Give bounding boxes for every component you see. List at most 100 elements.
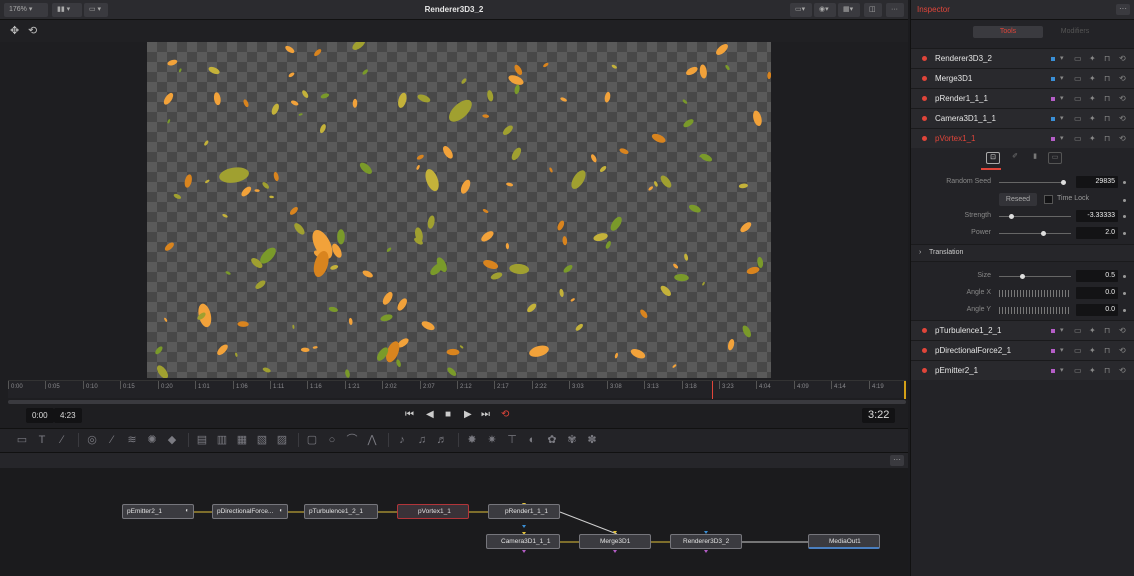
channel-tool-icon[interactable]: ▦ (236, 434, 248, 446)
random-seed-knob[interactable] (1061, 180, 1066, 185)
keyframe-dot-icon[interactable] (1123, 292, 1126, 295)
keyframe-dot-icon[interactable] (1123, 181, 1126, 184)
light-tool-icon[interactable]: ✿ (546, 434, 558, 446)
style-tab-icon[interactable]: ▮ (1028, 152, 1042, 164)
particle-a-tool-icon[interactable]: ♪ (396, 434, 408, 446)
size-field[interactable]: 0.5 (1076, 270, 1118, 282)
node-prender[interactable]: pRender1_1_1 (488, 504, 560, 519)
tool-color-swatch[interactable] (1051, 97, 1055, 101)
node-editor[interactable]: pEmitter2_1 ◐ pDirectionalForce... ◐ pTurb… (0, 468, 908, 576)
color-dropdown[interactable]: ◉▾ (814, 3, 836, 17)
loop-button[interactable]: ⟲ (501, 409, 509, 420)
color-corrector-tool-icon[interactable]: ⁄ (106, 434, 118, 446)
settings-tab-icon[interactable]: ▭ (1048, 152, 1062, 164)
angle-y-thumbwheel[interactable] (999, 307, 1071, 314)
text-tool-icon[interactable]: T (36, 434, 48, 446)
split-view-button[interactable]: ◫ (864, 3, 882, 17)
particle-c-tool-icon[interactable]: ♬ (436, 434, 448, 446)
angle-x-field[interactable]: 0.0 (1076, 287, 1118, 299)
size-knob[interactable] (1020, 274, 1025, 279)
chevron-down-icon[interactable]: ▾ (1060, 129, 1064, 149)
pin-icon[interactable]: ✦ (1089, 321, 1096, 341)
tool-color-swatch[interactable] (1051, 57, 1055, 61)
playhead[interactable] (712, 381, 713, 399)
angle-x-thumbwheel[interactable] (999, 290, 1071, 297)
ellipse-tool-icon[interactable]: ○ (326, 434, 338, 446)
tool-enable-icon[interactable] (922, 328, 927, 333)
keyframe-dot-icon[interactable] (1123, 215, 1126, 218)
region-tab-icon[interactable]: ✐ (1008, 152, 1022, 164)
random-seed-field[interactable]: 29835 (1076, 176, 1118, 188)
node-port[interactable] (522, 525, 526, 528)
blur-tool-icon[interactable]: ◎ (86, 434, 98, 446)
viewer-canvas[interactable] (147, 42, 771, 378)
random-seed-slider[interactable] (999, 182, 1063, 183)
reset-icon[interactable]: ⟲ (1119, 129, 1126, 149)
tool-row[interactable]: Camera3D1_1_1 ▾ ▭ ✦ ⊓ ⟲ (911, 108, 1134, 128)
version-icon[interactable]: ▭ (1074, 49, 1082, 69)
reseed-button[interactable]: Reseed (999, 193, 1037, 206)
version-icon[interactable]: ▭ (1074, 129, 1082, 149)
node-pemitter[interactable]: pEmitter2_1 ◐ (122, 504, 194, 519)
tool-color-swatch[interactable] (1051, 369, 1055, 373)
render-tool-icon[interactable]: ✷ (486, 434, 498, 446)
matte-tool-icon[interactable]: ▥ (216, 434, 228, 446)
transform-tool-icon[interactable]: ▧ (256, 434, 268, 446)
shape-tool-icon[interactable]: ⊤ (506, 434, 518, 446)
reset-icon[interactable]: ⟲ (1119, 321, 1126, 341)
tool-enable-icon[interactable] (922, 116, 927, 121)
polygon-tool-icon[interactable]: ⌒ (346, 434, 358, 446)
pin-icon[interactable]: ✦ (1089, 109, 1096, 129)
tool-enable-icon[interactable] (922, 136, 927, 141)
particle-b-tool-icon[interactable]: ♫ (416, 434, 428, 446)
reset-icon[interactable]: ⟲ (1119, 361, 1126, 381)
emitter-tool-icon[interactable]: ✸ (466, 434, 478, 446)
node-port[interactable] (704, 550, 708, 553)
lock-icon[interactable]: ⊓ (1104, 69, 1110, 89)
chevron-down-icon[interactable]: ▾ (1060, 49, 1064, 69)
render-end-marker[interactable] (904, 381, 906, 399)
tool-color-swatch[interactable] (1051, 137, 1055, 141)
tool-row[interactable]: pEmitter2_1 ▾ ▭ ✦ ⊓ ⟲ (911, 360, 1134, 380)
node-camera3d[interactable]: Camera3D1_1_1 (486, 534, 560, 549)
power-knob[interactable] (1041, 231, 1046, 236)
merge3d-tool-icon[interactable]: ✾ (566, 434, 578, 446)
lock-icon[interactable]: ⊓ (1104, 361, 1110, 381)
node-editor-more-button[interactable]: ··· (890, 455, 904, 466)
node-link[interactable] (559, 511, 618, 535)
tool-row[interactable]: pRender1_1_1 ▾ ▭ ✦ ⊓ ⟲ (911, 88, 1134, 108)
rectangle-tool-icon[interactable]: ▢ (306, 434, 318, 446)
tool-enable-icon[interactable] (922, 56, 927, 61)
channel-dropdown[interactable]: ▮▮ ▾ (52, 3, 82, 17)
tab-tools[interactable]: Tools (973, 26, 1043, 38)
tool-row[interactable]: Merge3D1 ▾ ▭ ✦ ⊓ ⟲ (911, 68, 1134, 88)
tool-enable-icon[interactable] (922, 96, 927, 101)
chevron-down-icon[interactable]: ▾ (1060, 341, 1064, 361)
node-merge3d[interactable]: Merge3D1 (579, 534, 651, 549)
glow-tool-icon[interactable]: ✺ (146, 434, 158, 446)
visibility-icon[interactable]: ◐ (279, 505, 283, 518)
background-tool-icon[interactable]: ▭ (16, 434, 28, 446)
paint-tool-icon[interactable]: ∕ (56, 434, 68, 446)
size-slider[interactable] (999, 276, 1071, 277)
chevron-down-icon[interactable]: ▾ (1060, 321, 1064, 341)
renderer-tool-icon[interactable]: ✽ (586, 434, 598, 446)
view-options-dropdown[interactable]: ▭ ▾ (84, 3, 108, 17)
last-frame-button[interactable]: ⏭ (481, 409, 490, 420)
pin-icon[interactable]: ✦ (1089, 89, 1096, 109)
chevron-down-icon[interactable]: ▾ (1060, 69, 1064, 89)
time-ruler[interactable]: 0:00 0:05 0:10 0:15 0:20 1:01 1:06 1:11 1:16 1:21… (8, 380, 906, 399)
keyframe-dot-icon[interactable] (1123, 232, 1126, 235)
pin-icon[interactable]: ✦ (1089, 341, 1096, 361)
tool-enable-icon[interactable] (922, 368, 927, 373)
lock-icon[interactable]: ⊓ (1104, 89, 1110, 109)
node-port[interactable] (522, 550, 526, 553)
bright-tool-icon[interactable]: ◆ (166, 434, 178, 446)
version-icon[interactable]: ▭ (1074, 341, 1082, 361)
chevron-down-icon[interactable]: ▾ (1060, 361, 1064, 381)
reset-icon[interactable]: ⟲ (28, 24, 37, 37)
stop-button[interactable]: ■ (445, 409, 451, 420)
controls-tab-icon[interactable]: ⊡ (986, 152, 1000, 164)
pin-icon[interactable]: ✦ (1089, 69, 1096, 89)
resize-tool-icon[interactable]: ▨ (276, 434, 288, 446)
